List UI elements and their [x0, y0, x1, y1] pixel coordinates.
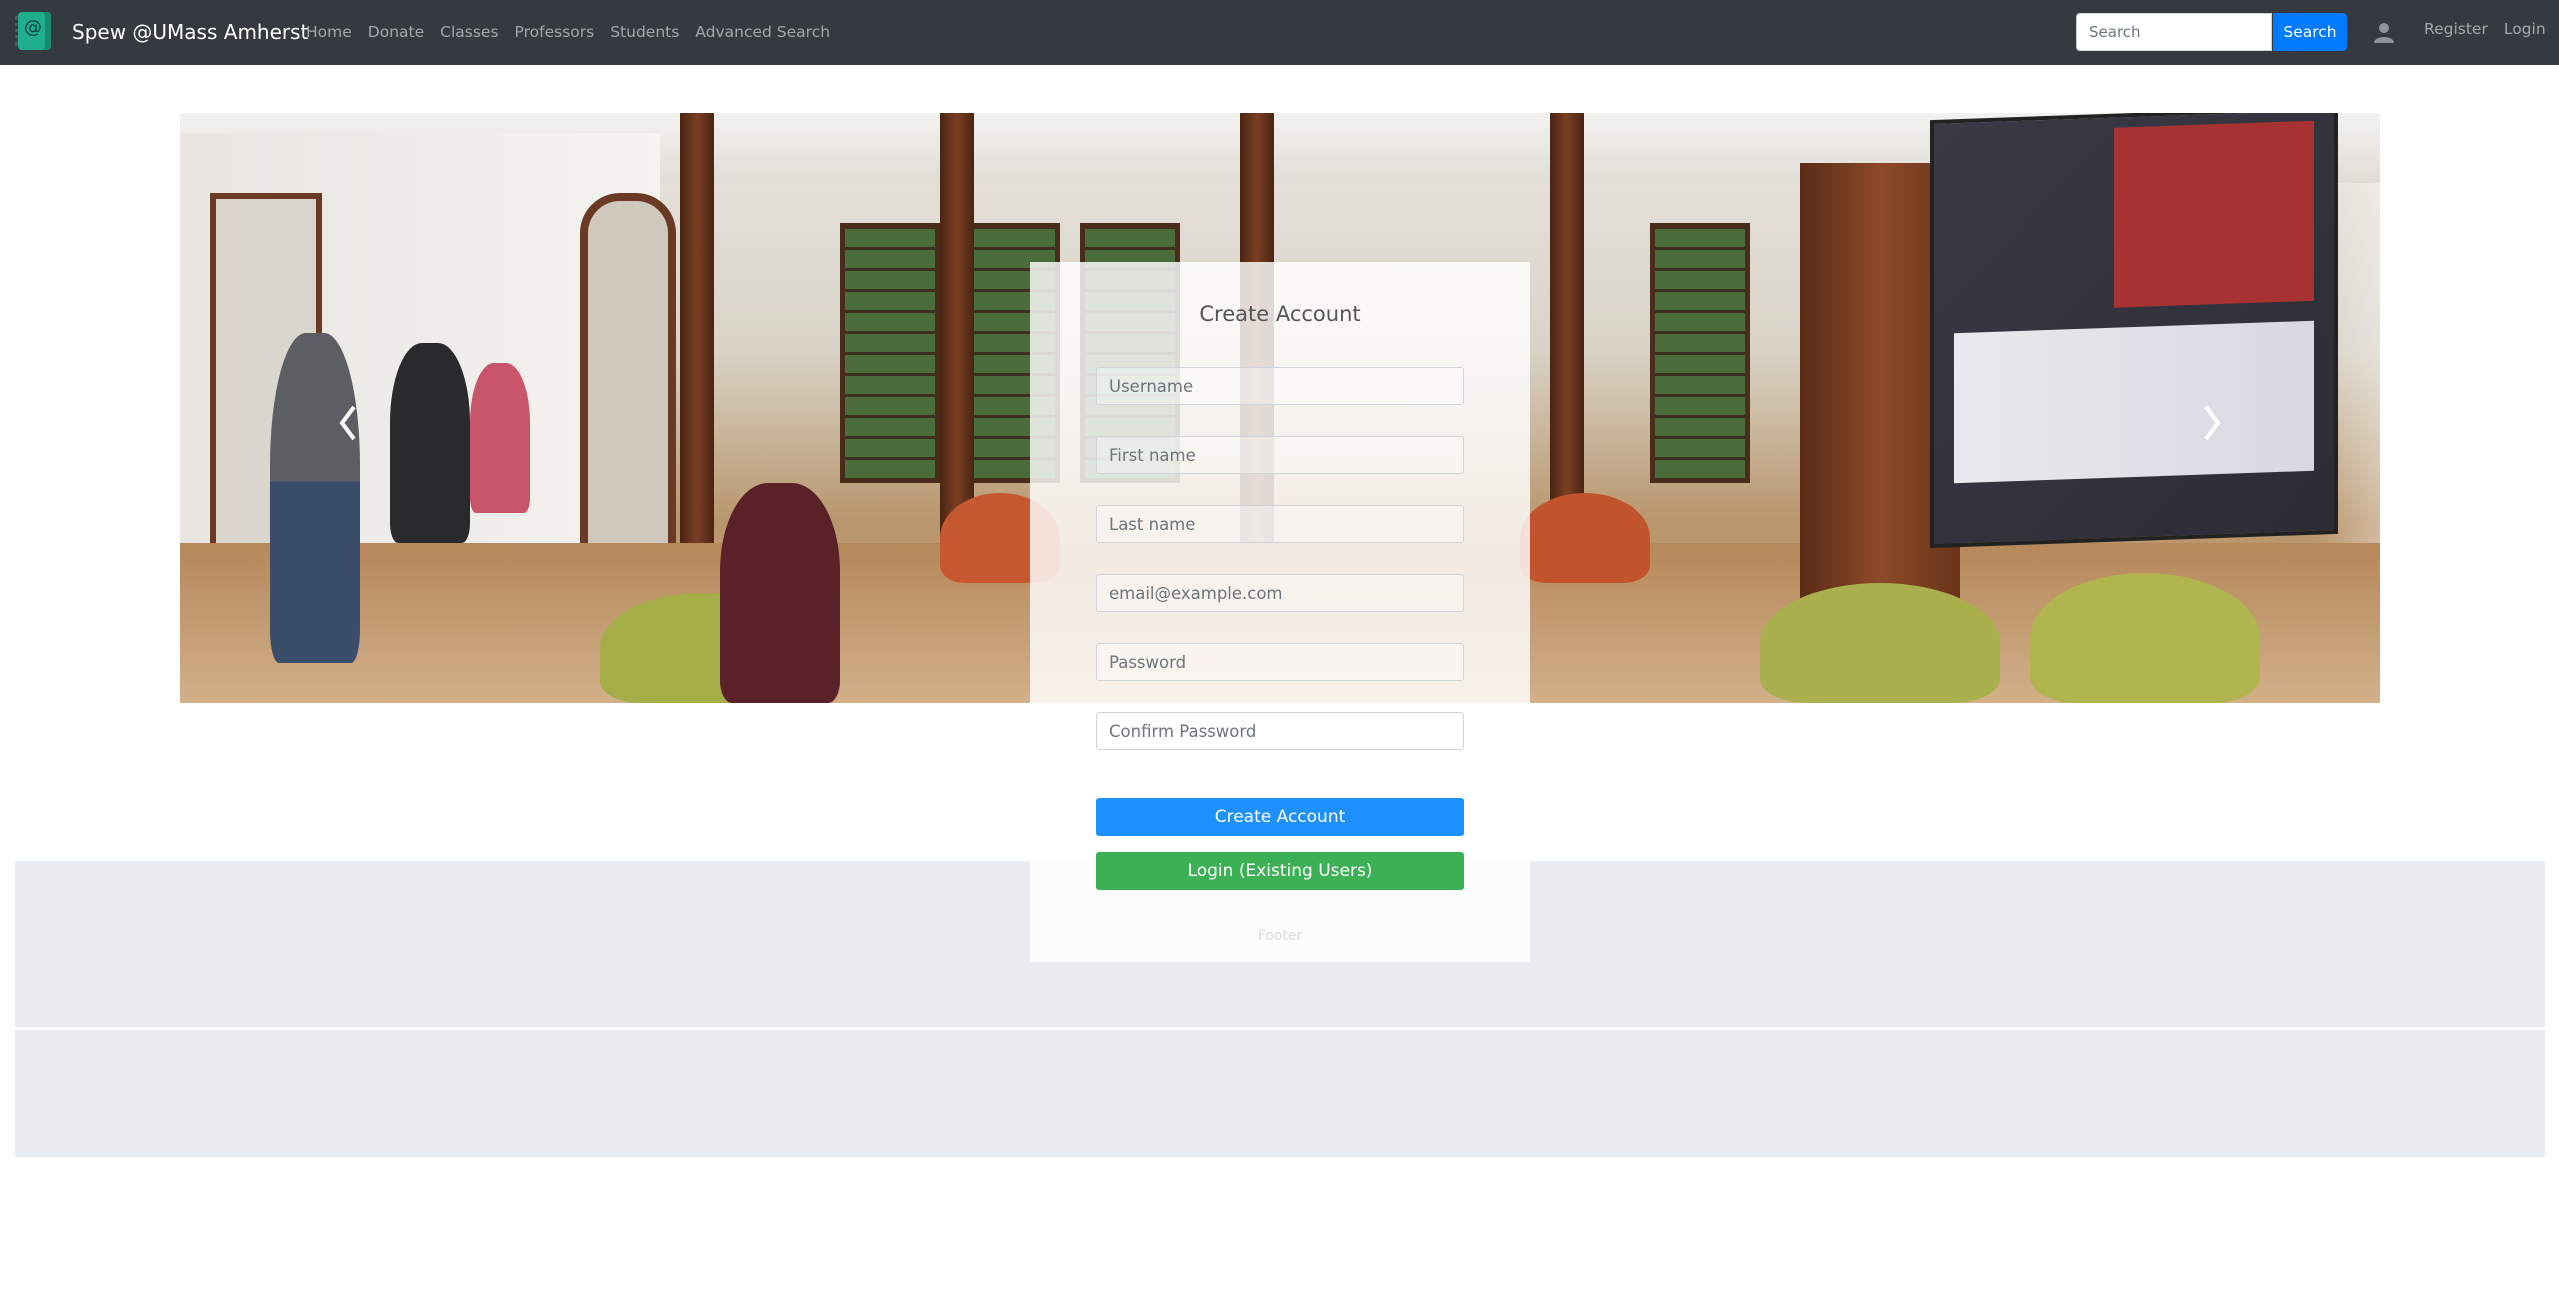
search-input[interactable] [2076, 13, 2272, 51]
notebook-logo-icon[interactable]: @ [15, 12, 51, 50]
email-input[interactable] [1096, 574, 1464, 612]
top-navbar: @ Spew @UMass Amherst Home Donate Classe… [0, 0, 2559, 65]
nav-link-advanced-search[interactable]: Advanced Search [695, 22, 830, 42]
search-button[interactable]: Search [2273, 13, 2347, 51]
brand-title[interactable]: Spew @UMass Amherst [72, 18, 308, 46]
auth-links: Register Login [2424, 20, 2559, 38]
create-account-card: Create Account Create Account Login (Exi… [1030, 262, 1530, 962]
login-link[interactable]: Login [2504, 20, 2546, 38]
register-link[interactable]: Register [2424, 20, 2488, 38]
first-name-input[interactable] [1096, 436, 1464, 474]
nav-link-professors[interactable]: Professors [515, 22, 595, 42]
last-name-input[interactable] [1096, 505, 1464, 543]
user-icon[interactable] [2372, 20, 2396, 44]
nav-link-home[interactable]: Home [306, 22, 352, 42]
nav-links: Home Donate Classes Professors Students … [306, 22, 846, 42]
confirm-password-input[interactable] [1096, 712, 1464, 750]
nav-link-students[interactable]: Students [610, 22, 679, 42]
carousel-prev-icon[interactable] [338, 403, 358, 443]
password-input[interactable] [1096, 643, 1464, 681]
username-input[interactable] [1096, 367, 1464, 405]
nav-link-classes[interactable]: Classes [440, 22, 498, 42]
login-existing-button[interactable]: Login (Existing Users) [1096, 852, 1464, 890]
carousel-next-icon[interactable] [2202, 403, 2222, 443]
form-title: Create Account [1199, 302, 1361, 326]
footer-text: Footer [1257, 928, 1303, 944]
footer-band-lower [15, 1030, 2545, 1157]
nav-link-donate[interactable]: Donate [368, 22, 424, 42]
create-account-button[interactable]: Create Account [1096, 798, 1464, 836]
